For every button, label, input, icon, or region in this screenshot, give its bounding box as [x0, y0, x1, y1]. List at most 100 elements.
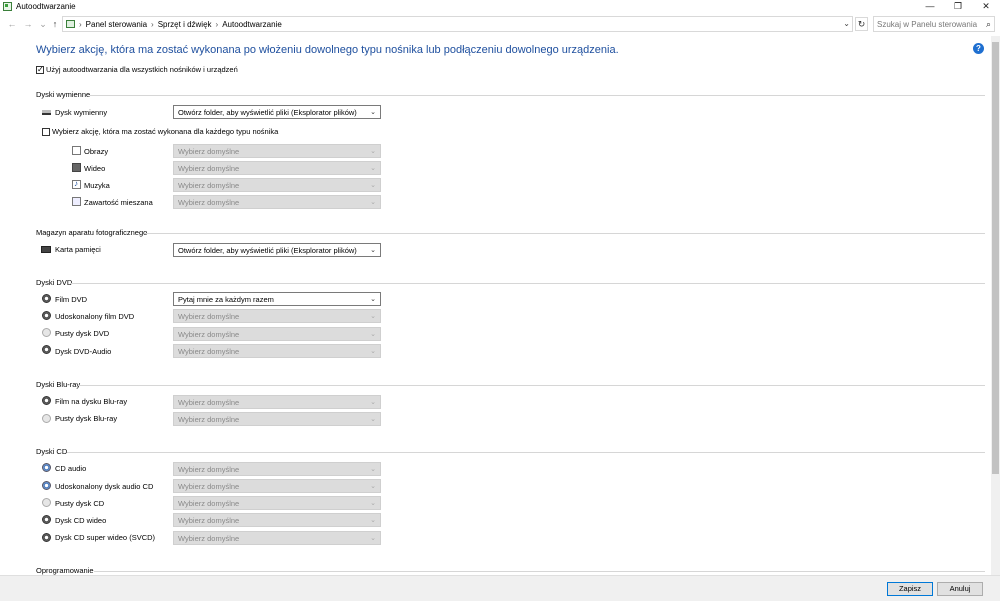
refresh-icon[interactable]: ↻	[855, 17, 868, 31]
pictures-label: Obrazy	[84, 147, 109, 156]
memory-card-icon	[41, 246, 51, 253]
blank-bluray-icon	[42, 414, 51, 423]
select-value: Wybierz domyślne	[178, 415, 240, 424]
super-video-cd-select[interactable]: Wybierz domyślne ⌄	[173, 531, 381, 545]
removable-drive-select[interactable]: Otwórz folder, aby wyświetlić pliki (Eks…	[173, 105, 381, 119]
blank-dvd-label: Pusty dysk DVD	[55, 329, 110, 338]
select-value: Wybierz domyślne	[178, 181, 240, 190]
section-divider	[94, 571, 985, 572]
audio-cd-select[interactable]: Wybierz domyślne ⌄	[173, 462, 381, 476]
dvd-movie-select[interactable]: Pytaj mnie za każdym razem ⌄	[173, 292, 381, 306]
audio-cd-label: CD audio	[55, 464, 87, 473]
help-icon[interactable]: ?	[973, 43, 984, 54]
music-label: Muzyka	[84, 181, 110, 190]
section-divider	[90, 95, 985, 96]
breadcrumb-control-panel[interactable]: Panel sterowania	[86, 20, 147, 29]
page-title: Wybierz akcję, która ma zostać wykonana …	[36, 44, 619, 56]
select-value: Wybierz domyślne	[178, 398, 240, 407]
memory-card-label: Karta pamięci	[55, 245, 101, 254]
per-type-action-checkbox[interactable]	[42, 128, 50, 136]
use-autoplay-label[interactable]: Użyj autoodtwarzania dla wszystkich nośn…	[46, 65, 238, 74]
select-value: Wybierz domyślne	[178, 534, 240, 543]
section-title-cd: Dyski CD	[36, 447, 68, 456]
chevron-down-icon: ⌄	[370, 199, 376, 206]
removable-drive-icon	[42, 110, 51, 115]
restore-button[interactable]: ❐	[944, 0, 972, 14]
enhanced-audio-cd-select[interactable]: Wybierz domyślne ⌄	[173, 479, 381, 493]
select-value: Wybierz domyślne	[178, 347, 240, 356]
video-cd-select[interactable]: Wybierz domyślne ⌄	[173, 513, 381, 527]
audio-cd-icon	[42, 463, 51, 472]
search-icon[interactable]: ⌕	[986, 19, 991, 30]
control-panel-icon	[66, 20, 75, 28]
select-value: Pytaj mnie za każdym razem	[178, 295, 274, 304]
chevron-down-icon: ⌄	[370, 416, 376, 423]
breadcrumb-hardware-sound[interactable]: Sprzęt i dźwięk	[158, 20, 212, 29]
minimize-button[interactable]: —	[916, 0, 944, 14]
address-field[interactable]: › Panel sterowania › Sprzęt i dźwięk › Autood…	[62, 16, 853, 32]
select-value: Otwórz folder, aby wyświetlić pliki (Eks…	[178, 108, 357, 117]
section-title-removable: Dyski wymienne	[36, 90, 91, 99]
super-video-cd-label: Dysk CD super wideo (SVCD)	[55, 533, 156, 542]
select-value: Otwórz folder, aby wyświetlić pliki (Eks…	[178, 246, 357, 255]
section-divider	[70, 283, 985, 284]
chevron-down-icon: ⌄	[370, 331, 376, 338]
vertical-scrollbar[interactable]	[991, 36, 1000, 575]
enhanced-audio-cd-icon	[42, 481, 51, 490]
section-title-camera: Magazyn aparatu fotograficznego	[36, 228, 148, 237]
section-title-bluray: Dyski Blu-ray	[36, 380, 81, 389]
recent-locations-chevron-icon[interactable]: ⌄	[37, 18, 49, 30]
per-type-action-label[interactable]: Wybierz akcję, która ma zostać wykonana …	[52, 127, 278, 136]
use-autoplay-checkbox[interactable]	[36, 65, 44, 74]
mixed-content-label: Zawartość mieszana	[84, 198, 153, 207]
dialog-footer: Zapisz Anuluj	[0, 575, 1000, 601]
save-button[interactable]: Zapisz	[887, 582, 933, 596]
chevron-down-icon: ⌄	[370, 165, 376, 172]
breadcrumb-separator: ›	[151, 20, 154, 29]
chevron-down-icon: ⌄	[370, 348, 376, 355]
search-input[interactable]	[877, 19, 982, 30]
title-bar: Autoodtwarzanie — ❐ ✕	[0, 0, 1000, 14]
chevron-down-icon: ⌄	[370, 466, 376, 473]
mixed-content-select: Wybierz domyślne ⌄	[173, 195, 381, 209]
blank-bluray-select[interactable]: Wybierz domyślne ⌄	[173, 412, 381, 426]
chevron-down-icon: ⌄	[370, 247, 376, 254]
select-value: Wybierz domyślne	[178, 516, 240, 525]
bluray-movie-select[interactable]: Wybierz domyślne ⌄	[173, 395, 381, 409]
forward-arrow-icon[interactable]: →	[22, 18, 34, 30]
video-select: Wybierz domyślne ⌄	[173, 161, 381, 175]
select-value: Wybierz domyślne	[178, 330, 240, 339]
chevron-down-icon: ⌄	[370, 517, 376, 524]
breadcrumb-autoplay[interactable]: Autoodtwarzanie	[222, 20, 282, 29]
close-button[interactable]: ✕	[972, 0, 1000, 14]
select-value: Wybierz domyślne	[178, 147, 240, 156]
scrollbar-thumb[interactable]	[992, 42, 999, 474]
address-dropdown-chevron-icon[interactable]: ⌄	[843, 19, 850, 28]
up-arrow-icon[interactable]: ↑	[49, 18, 61, 30]
bluray-movie-icon	[42, 396, 51, 405]
chevron-down-icon: ⌄	[370, 399, 376, 406]
blank-dvd-select[interactable]: Wybierz domyślne ⌄	[173, 327, 381, 341]
dvd-movie-label: Film DVD	[55, 295, 88, 304]
autoplay-app-icon	[3, 2, 12, 11]
enhanced-dvd-select[interactable]: Wybierz domyślne ⌄	[173, 309, 381, 323]
select-value: Wybierz domyślne	[178, 465, 240, 474]
cancel-button[interactable]: Anuluj	[937, 582, 983, 596]
dvd-audio-label: Dysk DVD-Audio	[55, 347, 112, 356]
chevron-down-icon: ⌄	[370, 483, 376, 490]
back-arrow-icon[interactable]: ←	[6, 18, 18, 30]
memory-card-select[interactable]: Otwórz folder, aby wyświetlić pliki (Eks…	[173, 243, 381, 257]
removable-drive-label: Dysk wymienny	[55, 108, 108, 117]
video-cd-label: Dysk CD wideo	[55, 516, 107, 525]
breadcrumb: › Panel sterowania › Sprzęt i dźwięk › Autood…	[79, 20, 282, 29]
blank-cd-select[interactable]: Wybierz domyślne ⌄	[173, 496, 381, 510]
chevron-down-icon: ⌄	[370, 148, 376, 155]
select-value: Wybierz domyślne	[178, 198, 240, 207]
bluray-movie-label: Film na dysku Blu-ray	[55, 397, 128, 406]
music-select: Wybierz domyślne ⌄	[173, 178, 381, 192]
dvd-audio-icon	[42, 345, 51, 354]
dvd-audio-select[interactable]: Wybierz domyślne ⌄	[173, 344, 381, 358]
navigation-bar: ← → ⌄ ↑ › Panel sterowania › Sprzęt i dźwię…	[0, 15, 1000, 33]
chevron-down-icon: ⌄	[370, 500, 376, 507]
blank-dvd-icon	[42, 328, 51, 337]
